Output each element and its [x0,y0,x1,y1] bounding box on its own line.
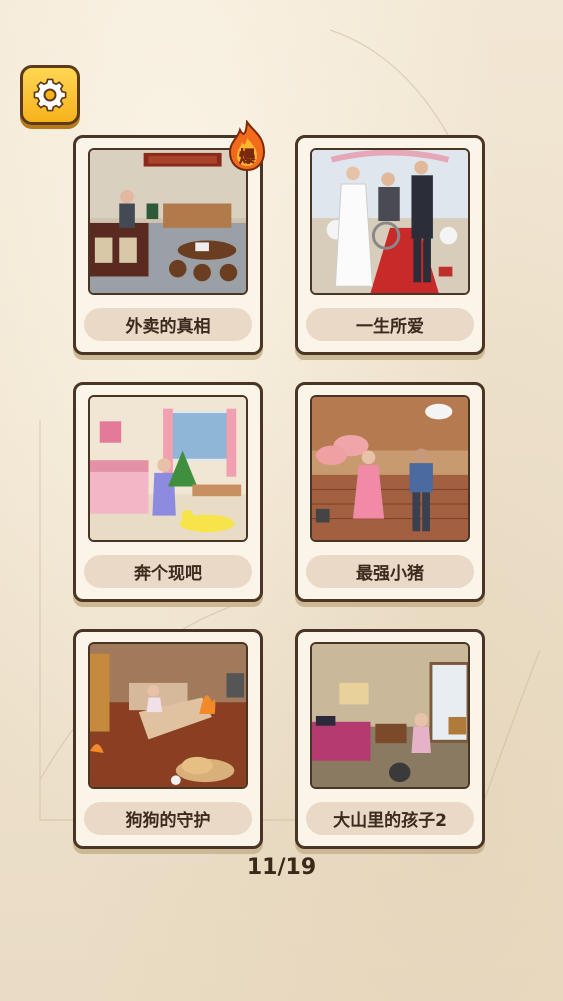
level-thumbnail [88,148,248,295]
level-card-2[interactable]: 一生所爱 [295,135,485,355]
level-thumbnail [88,395,248,542]
level-thumbnail [310,395,470,542]
level-title: 外卖的真相 [84,308,252,341]
badge-text: 爆 [239,147,256,166]
level-card-5[interactable]: 狗狗的守护 [73,629,263,849]
hot-badge: 爆 [226,119,268,172]
level-title: 一生所爱 [306,308,474,341]
level-thumbnail [310,148,470,295]
level-card-6[interactable]: 大山里的孩子2 [295,629,485,849]
level-title: 最强小猪 [306,555,474,588]
level-title: 大山里的孩子2 [306,802,474,835]
gear-icon [33,78,67,112]
level-title: 狗狗的守护 [84,802,252,835]
level-thumbnail [310,642,470,789]
level-title: 奔个现吧 [84,555,252,588]
settings-button[interactable] [20,65,80,125]
fire-icon: 爆 [228,119,266,172]
level-thumbnail [88,642,248,789]
level-card-3[interactable]: 奔个现吧 [73,382,263,602]
level-card-4[interactable]: 最强小猪 [295,382,485,602]
page-indicator: 11/19 [246,855,317,880]
level-card-1[interactable]: 外卖的真相 爆 [73,119,266,355]
